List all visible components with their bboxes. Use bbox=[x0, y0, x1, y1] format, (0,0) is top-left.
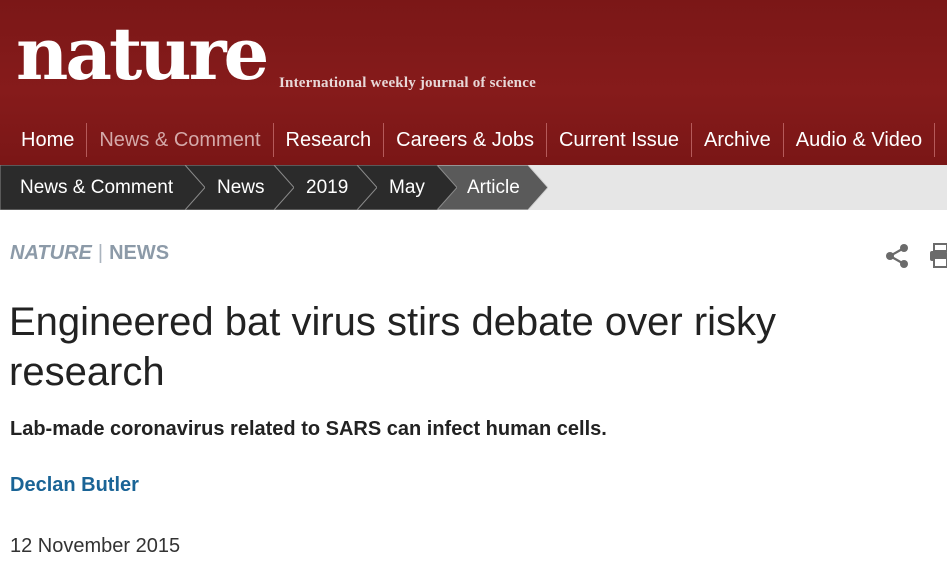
share-icon[interactable] bbox=[884, 243, 910, 274]
tagline: International weekly journal of science bbox=[279, 75, 536, 91]
nav-truncated-item[interactable]: Fo bbox=[935, 123, 947, 157]
nav-news-comment[interactable]: News & Comment bbox=[87, 123, 272, 157]
main-nav: Home News & Comment Research Careers & J… bbox=[0, 122, 947, 158]
author-link[interactable]: Declan Butler bbox=[10, 474, 139, 497]
publication-date: 12 November 2015 bbox=[10, 535, 181, 557]
nav-audio-video[interactable]: Audio & Video bbox=[784, 123, 934, 157]
journal-name: NATURE bbox=[10, 242, 92, 264]
masthead: nature International weekly journal of s… bbox=[0, 0, 947, 165]
breadcrumb-item-news-comment[interactable]: News & Comment bbox=[0, 165, 205, 210]
nav-research[interactable]: Research bbox=[274, 123, 384, 157]
kicker-separator: | bbox=[97, 242, 104, 264]
section-name[interactable]: NEWS bbox=[109, 242, 169, 264]
nav-careers-jobs[interactable]: Careers & Jobs bbox=[384, 123, 546, 157]
nav-archive[interactable]: Archive bbox=[692, 123, 783, 157]
page: nature International weekly journal of s… bbox=[0, 0, 947, 564]
nav-home[interactable]: Home bbox=[0, 123, 86, 157]
nature-logo[interactable]: nature bbox=[16, 18, 269, 90]
nav-current-issue[interactable]: Current Issue bbox=[547, 123, 691, 157]
article-standfirst: Lab-made coronavirus related to SARS can… bbox=[10, 418, 607, 440]
print-icon[interactable] bbox=[930, 243, 947, 274]
breadcrumb-bar: Article May 2019 News News & Comment bbox=[0, 165, 947, 210]
article-title: Engineered bat virus stirs debate over r… bbox=[9, 300, 777, 394]
article-kicker: NATURE | NEWS bbox=[10, 242, 169, 265]
